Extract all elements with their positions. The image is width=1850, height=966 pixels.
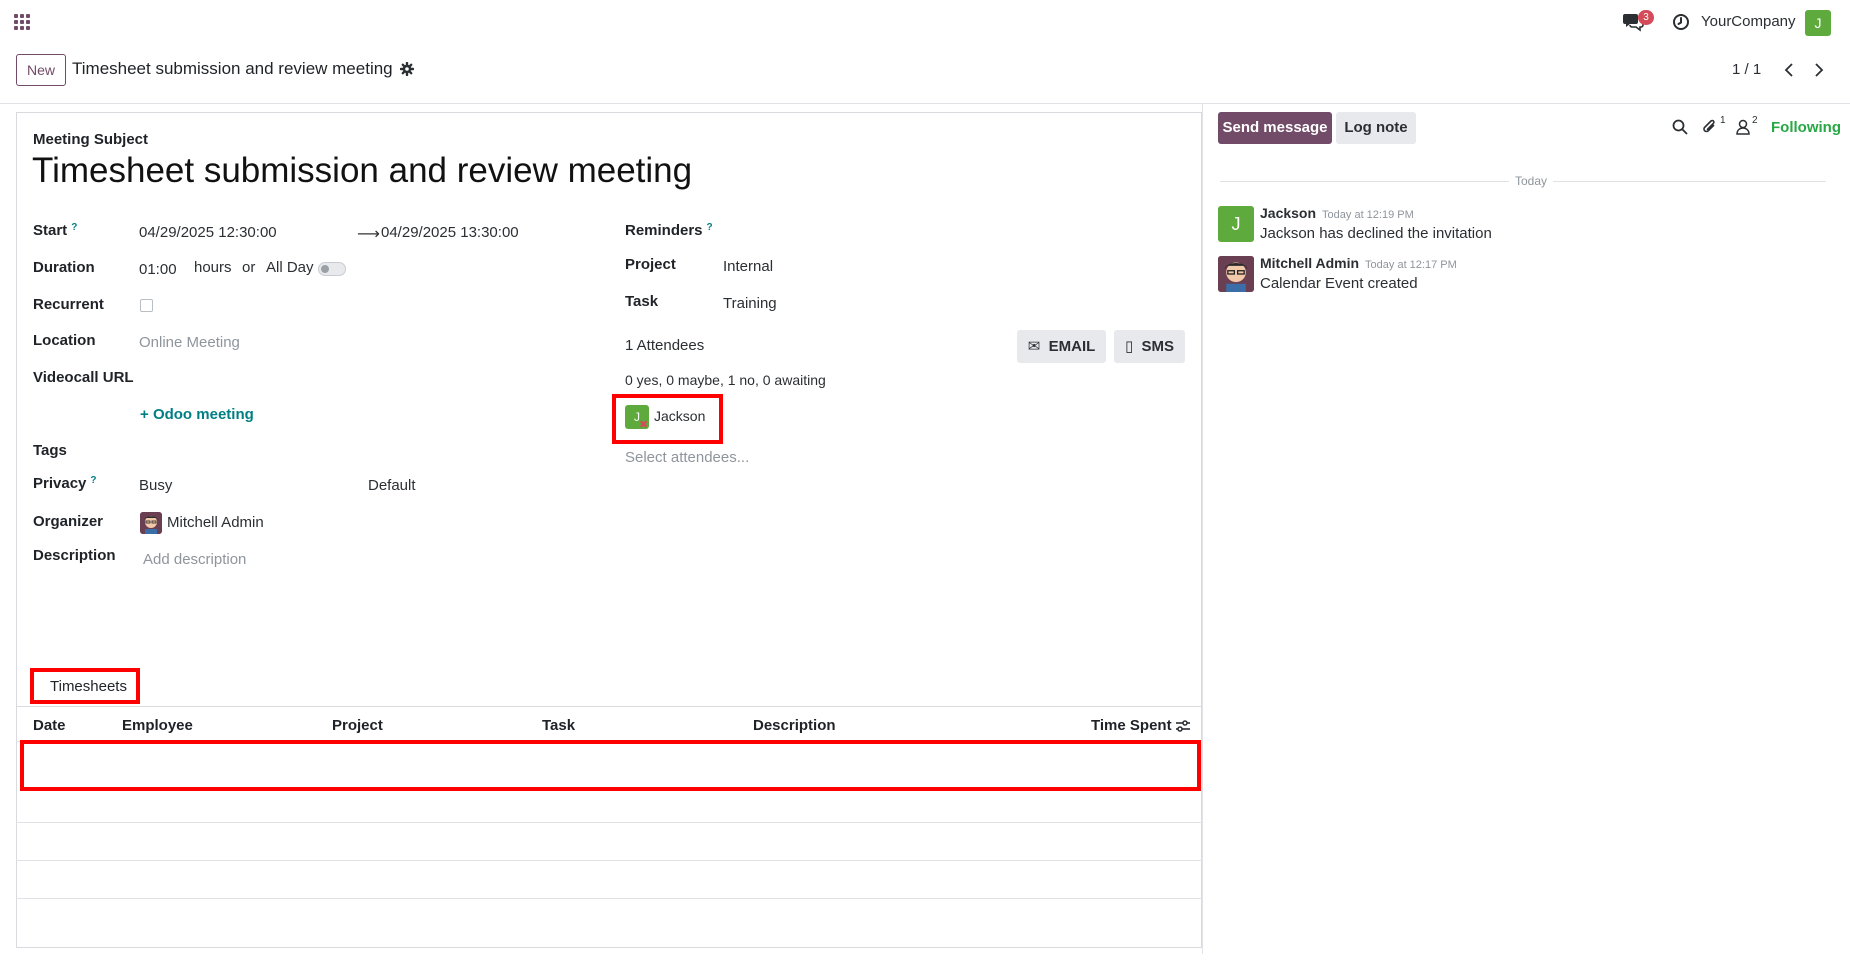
odoo-meeting-link[interactable]: + Odoo meeting <box>140 406 254 423</box>
help-icon[interactable]: ? <box>90 475 96 486</box>
tab-timesheets[interactable]: Timesheets <box>50 678 127 695</box>
send-message-button[interactable]: Send message <box>1218 112 1332 144</box>
company-switcher[interactable]: YourCompany <box>1701 13 1796 30</box>
project-field[interactable]: Internal <box>723 258 773 275</box>
start-label: Start? <box>33 222 78 239</box>
arrow-right-icon: ⟶ <box>357 226 380 243</box>
new-button[interactable]: New <box>16 54 66 86</box>
column-header-description[interactable]: Description <box>753 717 836 734</box>
table-row <box>16 860 1202 861</box>
hours-text: hours <box>194 259 232 276</box>
message-body: Calendar Event created <box>1260 275 1418 292</box>
date-separator: Today <box>1509 174 1554 188</box>
chatter-divider <box>1202 104 1203 954</box>
email-button[interactable]: ✉ EMAIL <box>1017 330 1106 363</box>
avatar[interactable] <box>1218 256 1254 292</box>
tags-label: Tags <box>33 442 67 459</box>
allday-toggle[interactable] <box>318 262 346 276</box>
help-icon[interactable]: ? <box>707 222 713 233</box>
declined-x-icon: ✖ <box>639 419 649 431</box>
privacy-field[interactable]: Default <box>368 477 416 494</box>
table-row <box>16 898 1202 899</box>
location-label: Location <box>33 332 96 349</box>
meeting-title-field[interactable]: Timesheet submission and review meeting <box>32 151 692 191</box>
highlight-box-row <box>20 740 1201 791</box>
message-timestamp: Today at 12:19 PM <box>1322 209 1414 221</box>
log-note-button[interactable]: Log note <box>1336 112 1416 144</box>
top-navbar <box>0 0 1850 44</box>
message-author[interactable]: Jackson Today at 12:19 PM <box>1260 205 1414 221</box>
chevron-right-icon[interactable] <box>1806 56 1830 84</box>
organizer-label: Organizer <box>33 513 104 530</box>
duration-label: Duration <box>33 259 95 276</box>
column-header-task[interactable]: Task <box>542 717 575 734</box>
envelope-icon: ✉ <box>1027 338 1041 355</box>
attendee-status-summary: 0 yes, 0 maybe, 1 no, 0 awaiting <box>625 372 826 388</box>
following-button[interactable]: Following <box>1771 119 1841 136</box>
breadcrumb: Timesheet submission and review meeting <box>72 59 393 78</box>
attendee-tag-jackson[interactable]: Jackson <box>654 408 705 424</box>
avatar[interactable]: J <box>1218 206 1254 242</box>
or-text: or <box>242 259 256 276</box>
recurrent-checkbox[interactable] <box>140 299 153 312</box>
column-header-project[interactable]: Project <box>332 717 383 734</box>
attendees-count: 1 Attendees <box>625 337 705 354</box>
end-date-field[interactable]: 04/29/2025 13:30:00 <box>381 224 519 241</box>
column-header-time-spent[interactable]: Time Spent <box>1091 717 1172 734</box>
pager-value[interactable]: 1 / 1 <box>1732 61 1761 78</box>
attachments-count: 1 <box>1720 115 1726 126</box>
duration-field[interactable]: 01:00 <box>139 261 177 278</box>
followers-icon[interactable] <box>1736 119 1750 135</box>
header-divider <box>0 103 1850 104</box>
videocall-label: Videocall URL <box>33 369 134 386</box>
apps-grid-icon[interactable] <box>14 14 30 30</box>
privacy-label: Privacy? <box>33 475 97 492</box>
mobile-icon: ▯ <box>1124 338 1134 355</box>
table-row <box>16 822 1202 823</box>
location-field[interactable]: Online Meeting <box>139 334 240 351</box>
organizer-field[interactable]: Mitchell Admin <box>167 514 264 531</box>
search-icon[interactable] <box>1672 119 1688 135</box>
start-date-field[interactable]: 04/29/2025 12:30:00 <box>139 224 277 241</box>
gear-icon[interactable] <box>400 62 414 76</box>
message-author[interactable]: Mitchell Admin Today at 12:17 PM <box>1260 255 1457 271</box>
clock-icon[interactable] <box>1672 13 1690 31</box>
allday-label: All Day <box>266 259 314 276</box>
help-icon[interactable]: ? <box>71 222 77 233</box>
project-label: Project <box>625 256 676 273</box>
user-avatar[interactable]: J <box>1805 10 1831 36</box>
message-body: Jackson has declined the invitation <box>1260 225 1492 242</box>
notification-badge: 3 <box>1638 10 1654 25</box>
column-header-employee[interactable]: Employee <box>122 717 193 734</box>
attendees-input[interactable]: Select attendees... <box>625 449 749 466</box>
description-field[interactable]: Add description <box>143 551 246 568</box>
task-label: Task <box>625 293 659 310</box>
recurrent-label: Recurrent <box>33 296 104 313</box>
column-settings-icon[interactable] <box>1175 718 1191 734</box>
description-label: Description <box>33 547 116 564</box>
tab-divider <box>16 706 1202 707</box>
followers-count: 2 <box>1752 115 1758 126</box>
task-field[interactable]: Training <box>723 295 777 312</box>
odoo-meeting-text: Odoo meeting <box>152 406 254 423</box>
sms-button[interactable]: ▯ SMS <box>1114 330 1185 363</box>
chevron-left-icon[interactable] <box>1778 56 1802 84</box>
plus-icon: + <box>140 406 149 423</box>
message-timestamp: Today at 12:17 PM <box>1365 259 1457 271</box>
avatar <box>140 512 162 534</box>
meeting-subject-label: Meeting Subject <box>33 131 149 148</box>
column-header-date[interactable]: Date <box>33 717 66 734</box>
reminders-label: Reminders? <box>625 222 713 239</box>
paperclip-icon[interactable] <box>1702 118 1718 136</box>
show-as-field[interactable]: Busy <box>139 477 172 494</box>
